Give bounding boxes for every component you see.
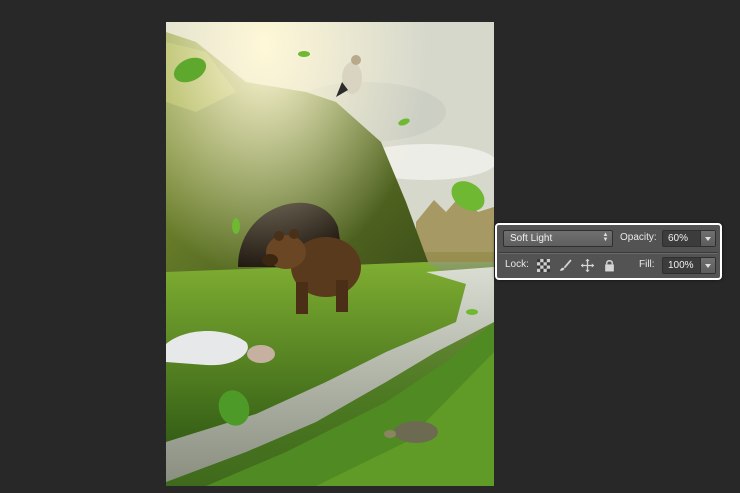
fill-field[interactable]: 100% — [662, 257, 716, 274]
opacity-label: Opacity: — [620, 232, 657, 243]
transparency-lock-icon[interactable] — [537, 259, 550, 272]
fill-dropdown-icon[interactable] — [700, 258, 715, 273]
panel-divider — [499, 252, 718, 254]
blend-opacity-row: Soft Light ▲ ▼ Opacity: 60% — [501, 229, 716, 249]
padlock-icon[interactable] — [603, 259, 616, 272]
blend-mode-select[interactable]: Soft Light ▲ ▼ — [503, 230, 613, 247]
lock-fill-row: Lock: Fill: 100% — [501, 256, 716, 276]
up-down-arrows-icon: ▲ ▼ — [602, 232, 609, 243]
fill-label: Fill: — [639, 259, 655, 270]
opacity-field[interactable]: 60% — [662, 230, 716, 247]
blend-mode-value: Soft Light — [510, 233, 553, 244]
lock-label: Lock: — [505, 259, 529, 270]
opacity-value: 60% — [668, 233, 689, 244]
brush-lock-icon[interactable] — [559, 259, 572, 272]
layers-panel-options: Soft Light ▲ ▼ Opacity: 60% Lock: Fill: … — [495, 223, 722, 280]
fill-value: 100% — [668, 260, 694, 271]
move-lock-icon[interactable] — [581, 259, 594, 272]
opacity-dropdown-icon[interactable] — [700, 231, 715, 246]
document-canvas[interactable] — [166, 22, 494, 486]
photo-manipulation-image — [166, 22, 494, 486]
